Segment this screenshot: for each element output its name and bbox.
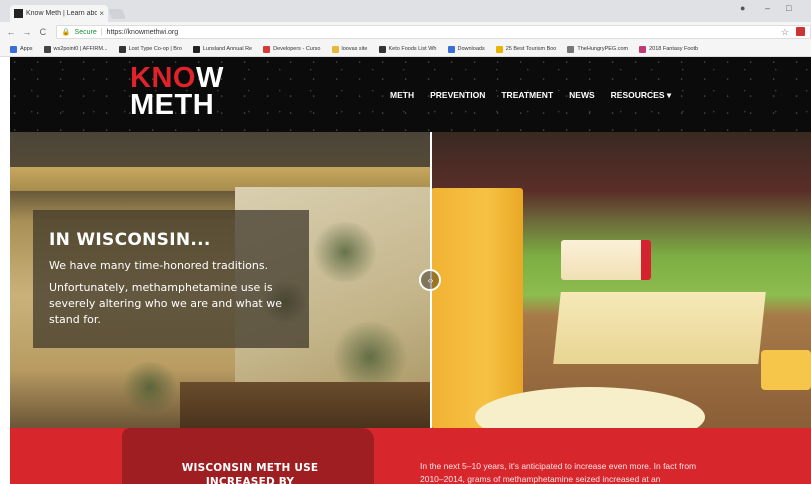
bookmark-favicon-icon [43,45,51,53]
hero-heading: IN WISCONSIN... [49,230,211,250]
mold-spot [310,222,380,282]
profile-icon[interactable]: ● [740,3,745,13]
extension-icon[interactable] [796,27,805,36]
bookmark-label: Developers - Curso [273,46,321,52]
bookmark-item[interactable]: Developers - Curso [263,45,321,53]
bookmark-item[interactable]: Apps [10,45,33,53]
lock-icon: 🔒 [61,29,71,36]
bookmark-favicon-icon [639,45,647,53]
browser-tab-strip: Know Meth | Learn abou × ● – □ [0,0,811,22]
wooden-board [180,382,431,428]
bookmark-label: Lost Type Co-op | Bro [128,46,182,52]
bookmark-item[interactable]: loovas site [331,45,368,53]
hero-comparison-slider: ‹ › IN WISCONSIN... We have many time-ho… [10,132,811,428]
hero-line-2: Unfortunately, methamphetamine use is se… [49,281,283,326]
tab-title: Know Meth | Learn abou [26,10,98,17]
bookmark-favicon-icon [495,45,503,53]
nav-item-news[interactable]: NEWS [569,90,595,101]
browser-toolbar: ← → C 🔒 Secure | https://knowmethwi.org [0,22,811,42]
bookmark-favicon-icon [192,45,200,53]
mold-spot [120,362,180,412]
bookmark-item[interactable]: Downloads [447,45,485,53]
url-text: https://knowmethwi.org [106,28,179,36]
main-navigation: METH PREVENTION TREATMENT NEWS RESOURCES… [390,90,671,101]
bookmark-favicon-icon [263,45,271,53]
bookmark-label: TheHungryPEG.com [577,46,629,52]
bookmark-label: Apps [20,46,33,52]
nav-item-meth[interactable]: METH [390,90,414,101]
bookmark-item[interactable]: Lunsland Annual Re [192,45,253,53]
fresh-cheese-image [431,132,811,428]
back-arrow-icon[interactable]: ← [6,27,16,37]
stats-section: WISCONSIN METH USE INCREASED BY In the n… [10,428,811,484]
bookmark-favicon-icon [567,45,575,53]
bookmark-label: 2018 Fantasy Footb [649,46,699,52]
bookmark-label: 25 Best Tourism Boo [505,46,557,52]
logo-line-meth: METH [130,88,215,121]
address-separator: | [100,28,103,36]
nav-item-prevention[interactable]: PREVENTION [430,90,485,101]
bookmark-item[interactable]: ws2point0 | AFFIRM... [43,45,108,53]
maximize-icon[interactable]: □ [786,3,791,13]
site-favicon-icon [14,9,23,18]
bookmark-label: Lunsland Annual Re [202,46,253,52]
bookmark-favicon-icon [447,45,455,53]
hero-text-panel: IN WISCONSIN... We have many time-honore… [33,210,309,348]
bookmark-favicon-icon [10,45,17,53]
slider-handle-icon[interactable]: ‹ › [419,269,441,291]
bookmark-label: Downloads [457,46,485,52]
bookmark-item[interactable]: 25 Best Tourism Boo [495,45,557,53]
bookmark-label: ws2point0 | AFFIRM... [53,46,108,52]
cheese-cubes [761,350,811,390]
site-header: KNOW METH METH PREVENTION TREATMENT NEWS… [10,57,811,132]
address-bar[interactable]: 🔒 Secure | https://knowmethwi.org [55,25,811,39]
nav-item-treatment[interactable]: TREATMENT [501,90,553,101]
new-tab-button[interactable] [108,9,126,19]
nav-item-resources[interactable]: RESOURCES ▾ [611,90,671,101]
white-cheese-slab [553,292,766,364]
bookmark-item[interactable]: 2018 Fantasy Footb [639,45,699,53]
bookmark-favicon-icon [331,45,339,53]
bookmark-item[interactable]: TheHungryPEG.com [567,45,629,53]
bookmark-label: Keto Foods List Wh [388,46,437,52]
reload-icon[interactable]: C [38,27,48,37]
browser-tab[interactable]: Know Meth | Learn abou × [10,5,108,22]
red-wax-cheese [561,240,651,280]
stats-heading: WISCONSIN METH USE INCREASED BY [181,462,319,484]
bookmark-label: loovas site [341,46,368,52]
know-meth-logo[interactable]: KNOW METH [130,64,224,121]
bookmark-favicon-icon [118,45,126,53]
cheddar-block [431,188,523,428]
bookmark-favicon-icon [378,45,386,53]
secure-label: Secure [74,28,97,36]
bookmark-star-icon[interactable]: ☆ [781,27,789,38]
hero-line-1: We have many time-honored traditions. [49,259,269,272]
bookmark-item[interactable]: Keto Foods List Wh [378,45,437,53]
minimize-icon[interactable]: – [765,3,770,13]
forward-arrow-icon[interactable]: → [22,27,32,37]
tab-close-icon[interactable]: × [99,9,104,18]
bookmark-item[interactable]: Lost Type Co-op | Bro [118,45,182,53]
bookmarks-bar: Apps ws2point0 | AFFIRM... Lost Type Co-op… [0,42,811,57]
stats-body-text: In the next 5–10 years, it's anticipated… [420,461,697,484]
